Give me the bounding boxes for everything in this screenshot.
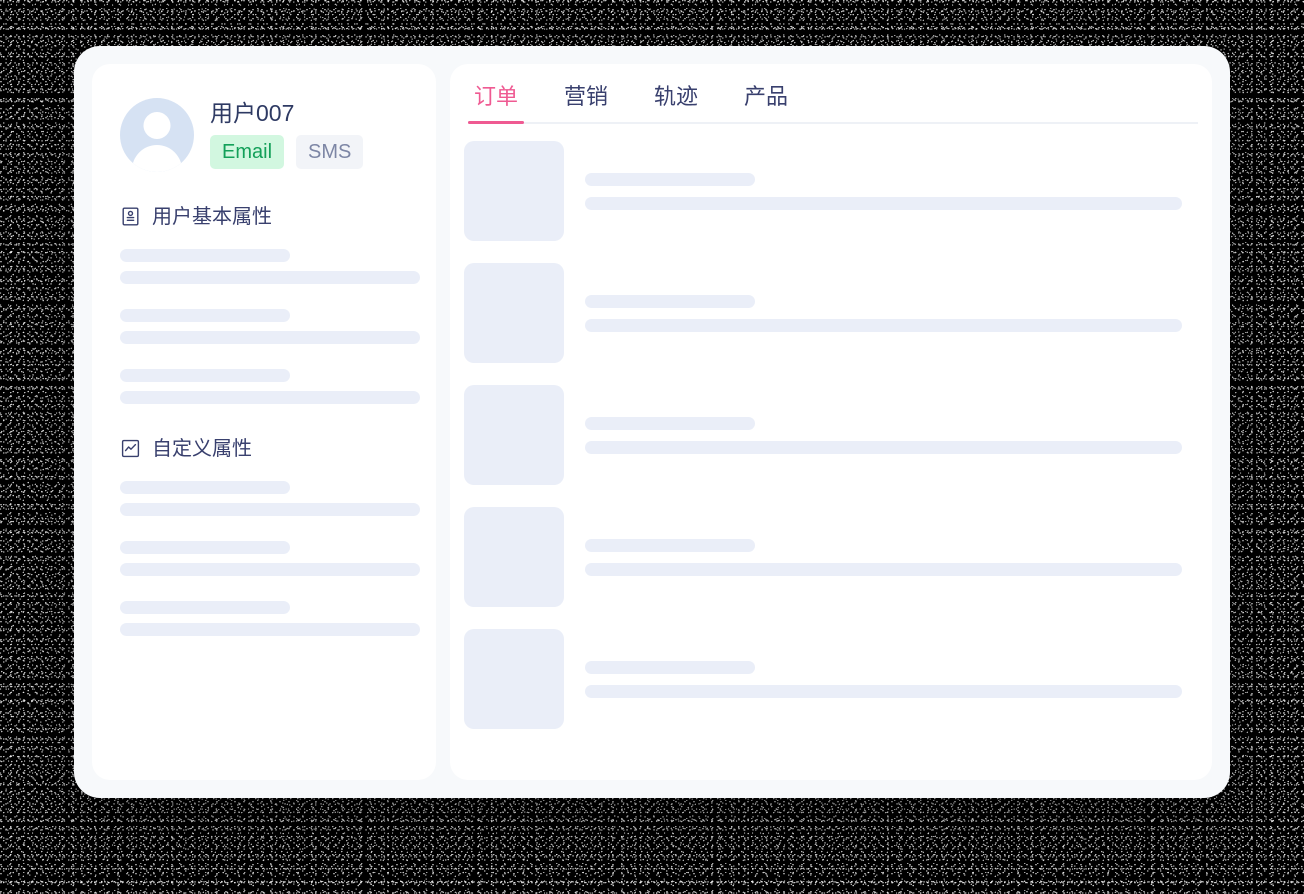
skeleton-bar-short [120, 309, 290, 322]
skeleton-bar-short [585, 538, 755, 552]
skeleton-bar-short [585, 294, 755, 308]
skeleton-pair [120, 309, 420, 344]
main-panel: 订单 营销 轨迹 产品 [450, 64, 1212, 780]
id-card-icon [120, 206, 141, 227]
list-item-lines [585, 172, 1198, 210]
skeleton-bar-short [120, 601, 290, 614]
skeleton-bar-short [585, 660, 755, 674]
section-title: 用户基本属性 [152, 205, 272, 228]
section-custom-attributes: 自定义属性 [120, 438, 420, 636]
avatar-body-shape [132, 145, 182, 172]
skeleton-pair [120, 249, 420, 284]
list-item-lines [585, 416, 1198, 454]
user-name: 用户007 [210, 100, 295, 126]
skeleton-bar-long [120, 563, 420, 576]
badge-row: Email SMS [210, 135, 364, 170]
skeleton-group [120, 481, 420, 636]
sidebar-panel: 用户007 Email SMS 用户基本属性 自定义属性 [92, 64, 436, 780]
tab-orders[interactable]: 订单 [468, 86, 525, 124]
skeleton-bar-long [585, 684, 1182, 698]
skeleton-bar-long [585, 318, 1182, 332]
placeholder-thumbnail [464, 385, 564, 485]
badge-email[interactable]: Email [210, 135, 285, 170]
placeholder-thumbnail [464, 263, 564, 363]
section-title: 自定义属性 [152, 437, 252, 460]
skeleton-pair [120, 541, 420, 576]
avatar-head-shape [143, 112, 171, 139]
skeleton-bar-long [120, 331, 420, 344]
list-item[interactable] [464, 629, 1198, 729]
skeleton-group [120, 249, 420, 404]
placeholder-thumbnail [464, 507, 564, 607]
profile-header: 用户007 Email SMS [120, 98, 408, 172]
user-avatar-icon[interactable] [120, 98, 194, 172]
skeleton-bar-short [120, 481, 290, 494]
placeholder-thumbnail [464, 629, 564, 729]
skeleton-bar-long [585, 440, 1182, 454]
section-header: 自定义属性 [120, 438, 408, 459]
list-item-lines [585, 660, 1198, 698]
chart-line-square-icon [120, 438, 141, 459]
list-item[interactable] [464, 263, 1198, 363]
tab-marketing[interactable]: 营销 [558, 86, 614, 124]
skeleton-bar-short [585, 172, 755, 186]
profile-meta: 用户007 Email SMS [210, 98, 364, 170]
list-item[interactable] [464, 385, 1198, 485]
tab-trajectory[interactable]: 轨迹 [648, 86, 704, 124]
list-item[interactable] [464, 507, 1198, 607]
content-row-list [464, 124, 1198, 729]
list-item-lines [585, 294, 1198, 332]
section-user-basic-attributes: 用户基本属性 [120, 206, 420, 404]
skeleton-bar-long [585, 562, 1182, 576]
skeleton-bar-short [120, 249, 290, 262]
list-item[interactable] [464, 141, 1198, 241]
tab-bar: 订单 营销 轨迹 产品 [468, 64, 1198, 124]
skeleton-bar-long [120, 271, 420, 284]
list-item-lines [585, 538, 1198, 576]
skeleton-pair [120, 369, 420, 404]
skeleton-bar-long [120, 391, 420, 404]
badge-sms[interactable]: SMS [296, 135, 364, 170]
skeleton-bar-short [120, 541, 290, 554]
tab-products[interactable]: 产品 [738, 86, 794, 124]
skeleton-bar-long [585, 196, 1182, 210]
placeholder-thumbnail [464, 141, 564, 241]
section-header: 用户基本属性 [120, 206, 408, 227]
window-card: 用户007 Email SMS 用户基本属性 自定义属性 订单 营销 轨迹 产品 [74, 46, 1230, 798]
skeleton-pair [120, 601, 420, 636]
skeleton-bar-short [120, 369, 290, 382]
skeleton-bar-long [120, 503, 420, 516]
skeleton-pair [120, 481, 420, 516]
skeleton-bar-short [585, 416, 755, 430]
skeleton-bar-long [120, 623, 420, 636]
